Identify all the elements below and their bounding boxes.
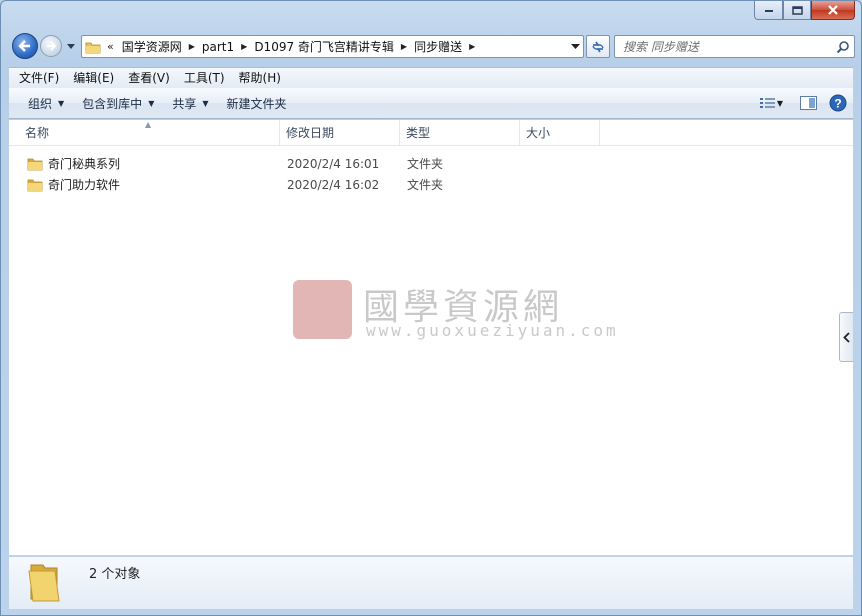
menu-view[interactable]: 查看(V) — [121, 69, 177, 88]
close-icon — [828, 5, 838, 15]
column-header-date[interactable]: 修改日期 — [280, 120, 400, 146]
organize-label: 组织 — [28, 96, 53, 111]
file-name-cell[interactable]: 奇门助力软件 — [9, 176, 280, 193]
column-header-size[interactable]: 大小 — [520, 120, 600, 146]
column-header-name[interactable]: ▲ 名称 — [9, 120, 280, 146]
minimize-button[interactable] — [754, 1, 783, 20]
file-name-cell[interactable]: 奇门秘典系列 — [9, 155, 280, 172]
watermark-seal-logo — [293, 280, 352, 339]
help-icon: ? — [829, 94, 847, 112]
details-view-icon — [759, 98, 775, 108]
chevron-down-icon: ▼ — [148, 98, 155, 108]
file-rows: 奇门秘典系列 2020/2/4 16:01 文件夹 奇门助力软件 2020/2/… — [9, 153, 853, 195]
share-label: 共享 — [172, 96, 197, 111]
breadcrumb-chevron-icon[interactable]: ▶ — [186, 42, 198, 51]
file-row[interactable]: 奇门秘典系列 2020/2/4 16:01 文件夹 — [9, 153, 853, 174]
preview-pane-icon — [799, 96, 817, 110]
search-button[interactable] — [832, 40, 854, 54]
menu-bar: 文件(F) 编辑(E) 查看(V) 工具(T) 帮助(H) — [9, 67, 853, 88]
refresh-button[interactable] — [586, 35, 610, 58]
breadcrumb-overflow[interactable]: « — [105, 40, 118, 53]
new-folder-label: 新建文件夹 — [226, 96, 287, 111]
watermark: 國學資源網 www.guoxueziyuan.com — [293, 280, 616, 344]
file-date: 2020/2/4 16:02 — [287, 177, 380, 192]
folder-icon — [85, 42, 101, 53]
breadcrumb-chevron-icon[interactable]: ▶ — [398, 42, 410, 51]
refresh-icon — [592, 41, 604, 52]
navigation-bar: « 国学资源网 ▶ part1 ▶ D1097 奇门飞宫精讲专辑 ▶ 同步赠送 … — [9, 33, 855, 59]
search-input[interactable] — [615, 39, 832, 54]
column-header-type-label: 类型 — [406, 126, 431, 140]
item-count: 2 个对象 — [89, 567, 141, 582]
forward-arrow-icon — [47, 41, 57, 51]
chevron-left-icon — [843, 331, 850, 343]
maximize-button[interactable] — [783, 1, 811, 20]
close-button[interactable] — [811, 1, 855, 20]
minimize-icon — [764, 10, 773, 12]
file-date: 2020/2/4 16:01 — [287, 156, 380, 171]
column-header-row: ▲ 名称 修改日期 类型 大小 — [9, 120, 853, 146]
sort-ascending-icon: ▲ — [145, 120, 152, 129]
organize-button[interactable]: 组织 ▼ — [19, 91, 73, 115]
file-name: 奇门秘典系列 — [48, 157, 121, 171]
chevron-down-icon: ▼ — [58, 98, 65, 108]
preview-pane-button[interactable] — [793, 91, 823, 115]
breadcrumb-chevron-icon[interactable]: ▶ — [238, 42, 250, 51]
breadcrumb-item[interactable]: part1 — [198, 40, 238, 54]
file-type: 文件夹 — [407, 157, 444, 171]
file-type: 文件夹 — [407, 178, 444, 192]
menu-help[interactable]: 帮助(H) — [232, 69, 288, 88]
forward-button[interactable] — [40, 35, 62, 57]
back-arrow-icon — [18, 40, 30, 52]
breadcrumb-item[interactable]: D1097 奇门飞宫精讲专辑 — [250, 38, 398, 55]
maximize-icon — [791, 5, 803, 15]
menu-tools[interactable]: 工具(T) — [177, 69, 232, 88]
folder-icon — [27, 179, 43, 191]
new-folder-button[interactable]: 新建文件夹 — [218, 91, 296, 115]
address-bar[interactable]: « 国学资源网 ▶ part1 ▶ D1097 奇门飞宫精讲专辑 ▶ 同步赠送 … — [81, 35, 584, 58]
explorer-window: « 国学资源网 ▶ part1 ▶ D1097 奇门飞宫精讲专辑 ▶ 同步赠送 … — [0, 0, 862, 616]
chevron-down-icon: ▼ — [202, 98, 209, 108]
column-header-name-label: 名称 — [25, 126, 50, 140]
folder-icon — [28, 564, 60, 602]
menu-edit[interactable]: 编辑(E) — [66, 69, 121, 88]
view-options-dropdown[interactable]: ▼ — [777, 99, 783, 108]
breadcrumb: « 国学资源网 ▶ part1 ▶ D1097 奇门飞宫精讲专辑 ▶ 同步赠送 … — [105, 36, 567, 57]
file-list-pane: ▲ 名称 修改日期 类型 大小 奇门秘典系列 2020/2/4 16:01 文件… — [9, 120, 853, 556]
share-button[interactable]: 共享 ▼ — [163, 91, 217, 115]
include-in-library-label: 包含到库中 — [82, 96, 143, 111]
recent-pages-dropdown-icon[interactable] — [66, 41, 76, 51]
watermark-url: www.guoxueziyuan.com — [366, 321, 619, 340]
chevron-down-icon — [571, 43, 580, 49]
column-header-size-label: 大小 — [526, 126, 551, 140]
file-row[interactable]: 奇门助力软件 2020/2/4 16:02 文件夹 — [9, 174, 853, 195]
search-icon — [836, 40, 849, 53]
menu-file[interactable]: 文件(F) — [12, 69, 66, 88]
search-box[interactable] — [614, 35, 855, 58]
help-button[interactable]: ? — [823, 91, 853, 115]
command-bar: 组织 ▼ 包含到库中 ▼ 共享 ▼ 新建文件夹 ▼ ? — [9, 88, 853, 119]
pane-expand-tab[interactable] — [839, 312, 853, 362]
breadcrumb-item[interactable]: 国学资源网 — [118, 38, 186, 55]
column-header-date-label: 修改日期 — [286, 126, 335, 140]
svg-text:?: ? — [834, 97, 841, 111]
file-name: 奇门助力软件 — [48, 178, 121, 192]
breadcrumb-chevron-icon[interactable]: ▶ — [466, 42, 478, 51]
column-header-type[interactable]: 类型 — [400, 120, 520, 146]
breadcrumb-item[interactable]: 同步赠送 — [410, 38, 466, 55]
address-dropdown-button[interactable] — [567, 36, 583, 57]
details-pane: 2 个对象 — [9, 557, 853, 609]
folder-icon — [27, 158, 43, 170]
caption-buttons — [754, 1, 855, 21]
command-bar-right: ▼ ? — [753, 88, 853, 118]
back-button[interactable] — [12, 33, 38, 59]
